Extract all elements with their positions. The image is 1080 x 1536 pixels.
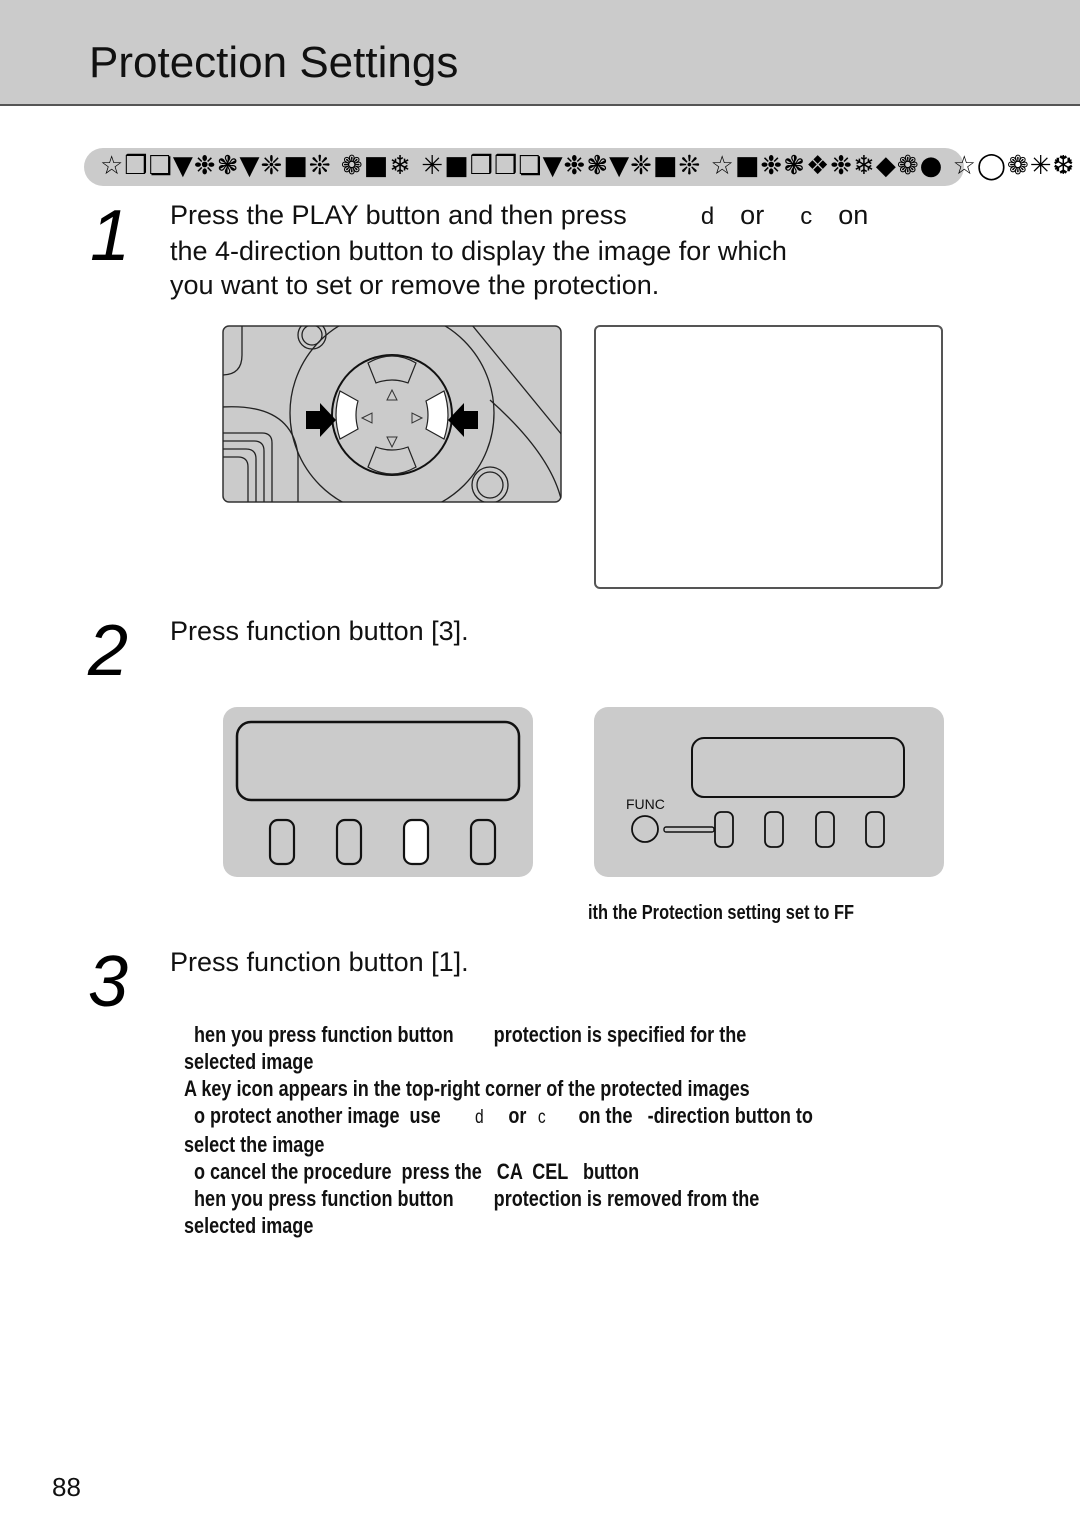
function-button-4 — [469, 818, 497, 866]
note-line: selected image — [184, 1049, 314, 1074]
note-line: select the image — [184, 1132, 325, 1157]
step-number-3: 3 — [88, 942, 129, 1022]
step-1-line-1: Press the PLAY button and then press d or c… — [170, 200, 869, 230]
section-heading: ☆❒❏▼❉❃▼❈■❊ ❁■❄ ✳■❒❒❏▼❉❃▼❈■❊ ☆■❉❃❖❉❄◆❁● ☆… — [100, 151, 1076, 181]
notes-block: hen you press function button protection… — [184, 1021, 813, 1239]
function-button-3 — [815, 811, 835, 848]
note-line: hen you press function button protection… — [184, 1186, 760, 1211]
note-line: hen you press function button protection… — [184, 1022, 747, 1047]
note-line: selected image — [184, 1213, 314, 1238]
right-key-glyph: c — [800, 203, 813, 230]
page-header: Protection Settings — [0, 0, 1080, 106]
panel-display — [691, 737, 905, 798]
panel-display — [235, 720, 521, 802]
function-button-2 — [764, 811, 784, 848]
step-1-line-2: the 4-direction button to display the im… — [170, 236, 787, 266]
page-number: 88 — [52, 1472, 81, 1502]
function-panel-left — [223, 707, 533, 877]
step-1-line-3: you want to set or remove the protection… — [170, 270, 660, 300]
step-3-text: Press function button [1]. — [170, 947, 469, 977]
function-panel-right: FUNC — [594, 707, 944, 877]
step-1-text: Press the PLAY button and then press d or c… — [170, 198, 868, 302]
step-2-text: Press function button [3]. — [170, 616, 469, 646]
right-key-glyph: c — [537, 1107, 546, 1128]
figure-caption: ith the Protection setting set to FF — [588, 902, 855, 924]
function-button-1 — [714, 811, 734, 848]
func-label: FUNC — [626, 796, 665, 812]
dpad-illustration — [222, 325, 562, 503]
note-line: A key icon appears in the top-right corn… — [184, 1076, 750, 1101]
function-button-3-highlighted — [402, 818, 430, 866]
step-number-2: 2 — [88, 611, 129, 691]
func-button — [631, 815, 659, 843]
note-line: o protect another image use d or c on the -d… — [184, 1103, 813, 1128]
left-key-glyph: d — [475, 1107, 484, 1128]
function-button-1 — [268, 818, 296, 866]
lcd-screen-preview — [594, 325, 943, 589]
page-title: Protection Settings — [89, 38, 459, 87]
function-button-2 — [335, 818, 363, 866]
left-key-glyph: d — [700, 203, 715, 230]
note-line: o cancel the procedure press the CA CEL … — [184, 1159, 640, 1184]
dpad-down — [367, 446, 417, 475]
function-button-4 — [865, 811, 885, 848]
step-number-1: 1 — [90, 196, 131, 276]
dpad-up — [367, 355, 417, 384]
